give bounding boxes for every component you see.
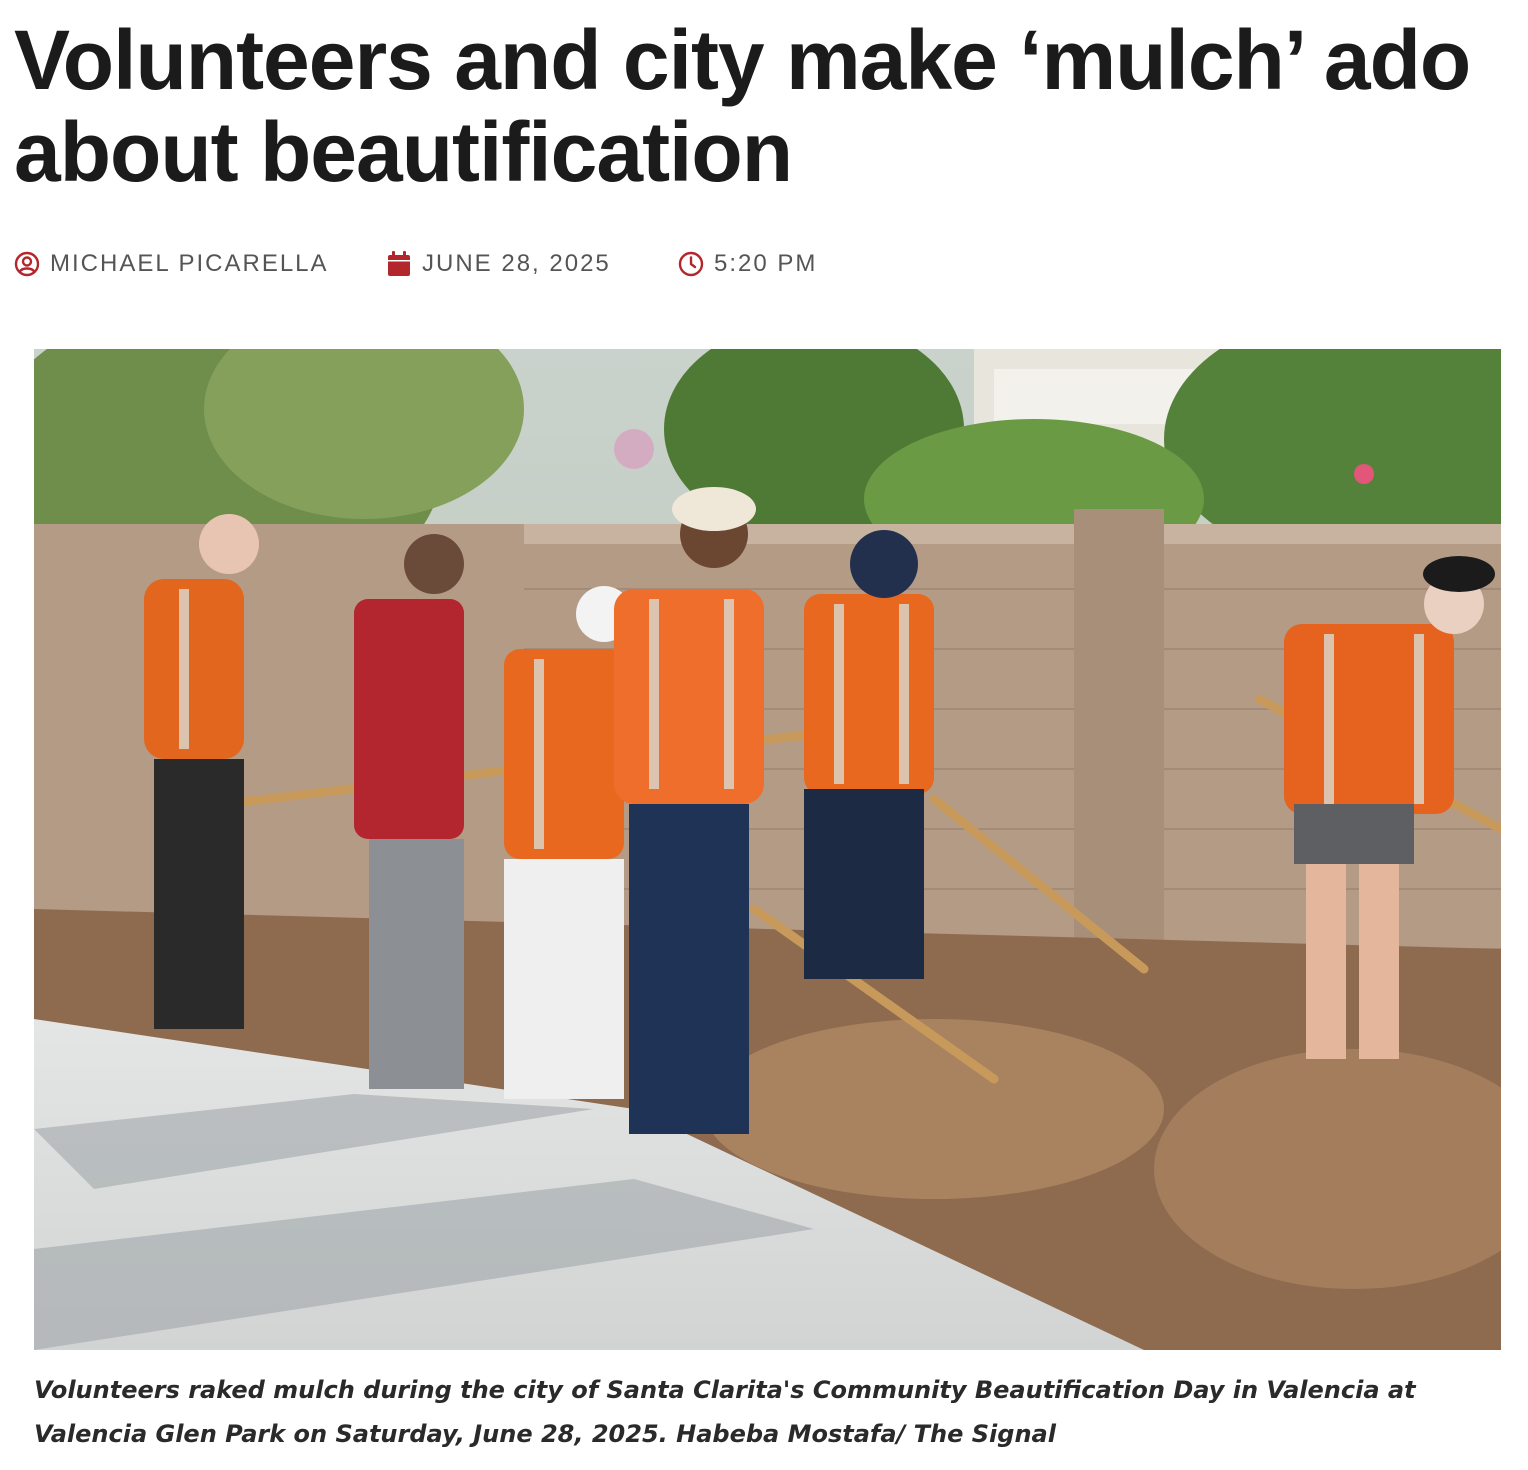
headline-line-1: Volunteers and city make ‘mulch’ ado	[14, 13, 1471, 107]
photo-caption: Volunteers raked mulch during the city o…	[34, 1376, 1416, 1448]
date-text: JUNE 28, 2025	[422, 250, 611, 277]
clock-icon	[678, 251, 704, 277]
publish-date: JUNE 28, 2025	[386, 250, 678, 278]
publish-time: 5:20 PM	[678, 250, 817, 278]
time-text: 5:20 PM	[714, 250, 818, 277]
user-circle-icon	[14, 251, 40, 277]
author-byline[interactable]: MICHAEL PICARELLA	[14, 250, 386, 278]
calendar-icon	[388, 251, 410, 276]
headline-line-2: about beautification	[14, 105, 793, 199]
article-meta: MICHAEL PICARELLA JUNE 28, 2025 5:20 PM	[14, 246, 817, 282]
article-photo[interactable]	[34, 349, 1501, 1350]
author-name[interactable]: MICHAEL PICARELLA	[50, 250, 329, 278]
volunteers-photo	[34, 349, 1501, 1350]
article-headline: Volunteers and city make ‘mulch’ ado abo…	[14, 14, 1524, 198]
